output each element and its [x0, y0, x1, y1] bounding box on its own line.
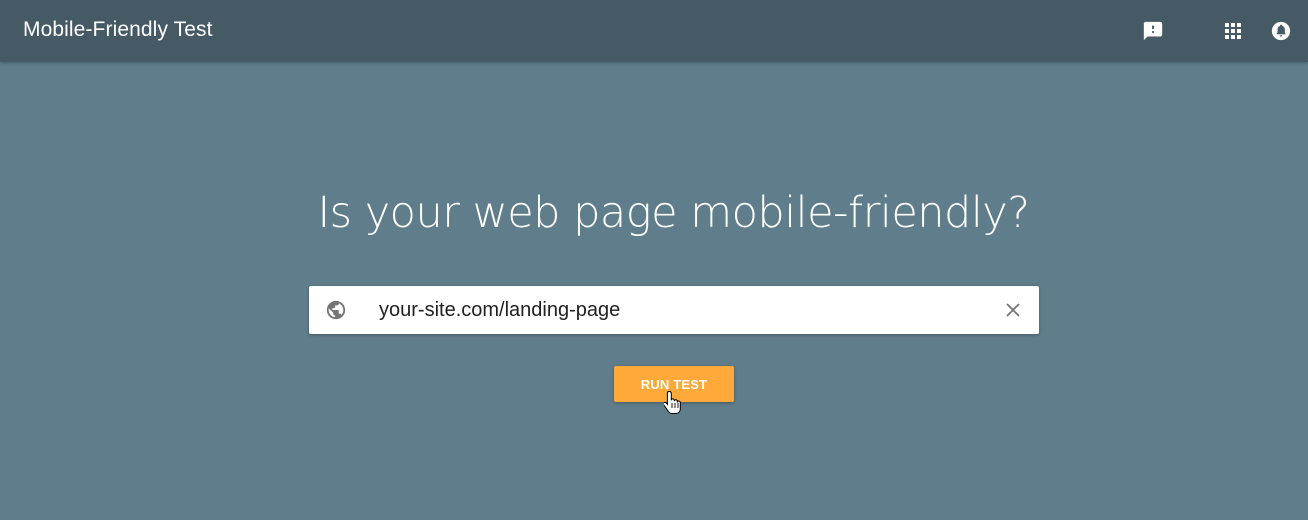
page-headline: Is your web page mobile-friendly?: [317, 188, 1030, 238]
url-input[interactable]: [379, 296, 979, 324]
url-search-box[interactable]: [309, 286, 1039, 334]
globe-icon: [325, 299, 347, 321]
apps-grid-icon[interactable]: [1221, 19, 1245, 43]
feedback-icon[interactable]: [1141, 19, 1165, 43]
notifications-icon[interactable]: [1269, 19, 1293, 43]
close-icon[interactable]: [1003, 300, 1023, 320]
hand-pointer-cursor-icon: [662, 390, 682, 416]
app-title: Mobile-Friendly Test: [23, 18, 213, 41]
app-header: Mobile-Friendly Test: [0, 0, 1308, 62]
